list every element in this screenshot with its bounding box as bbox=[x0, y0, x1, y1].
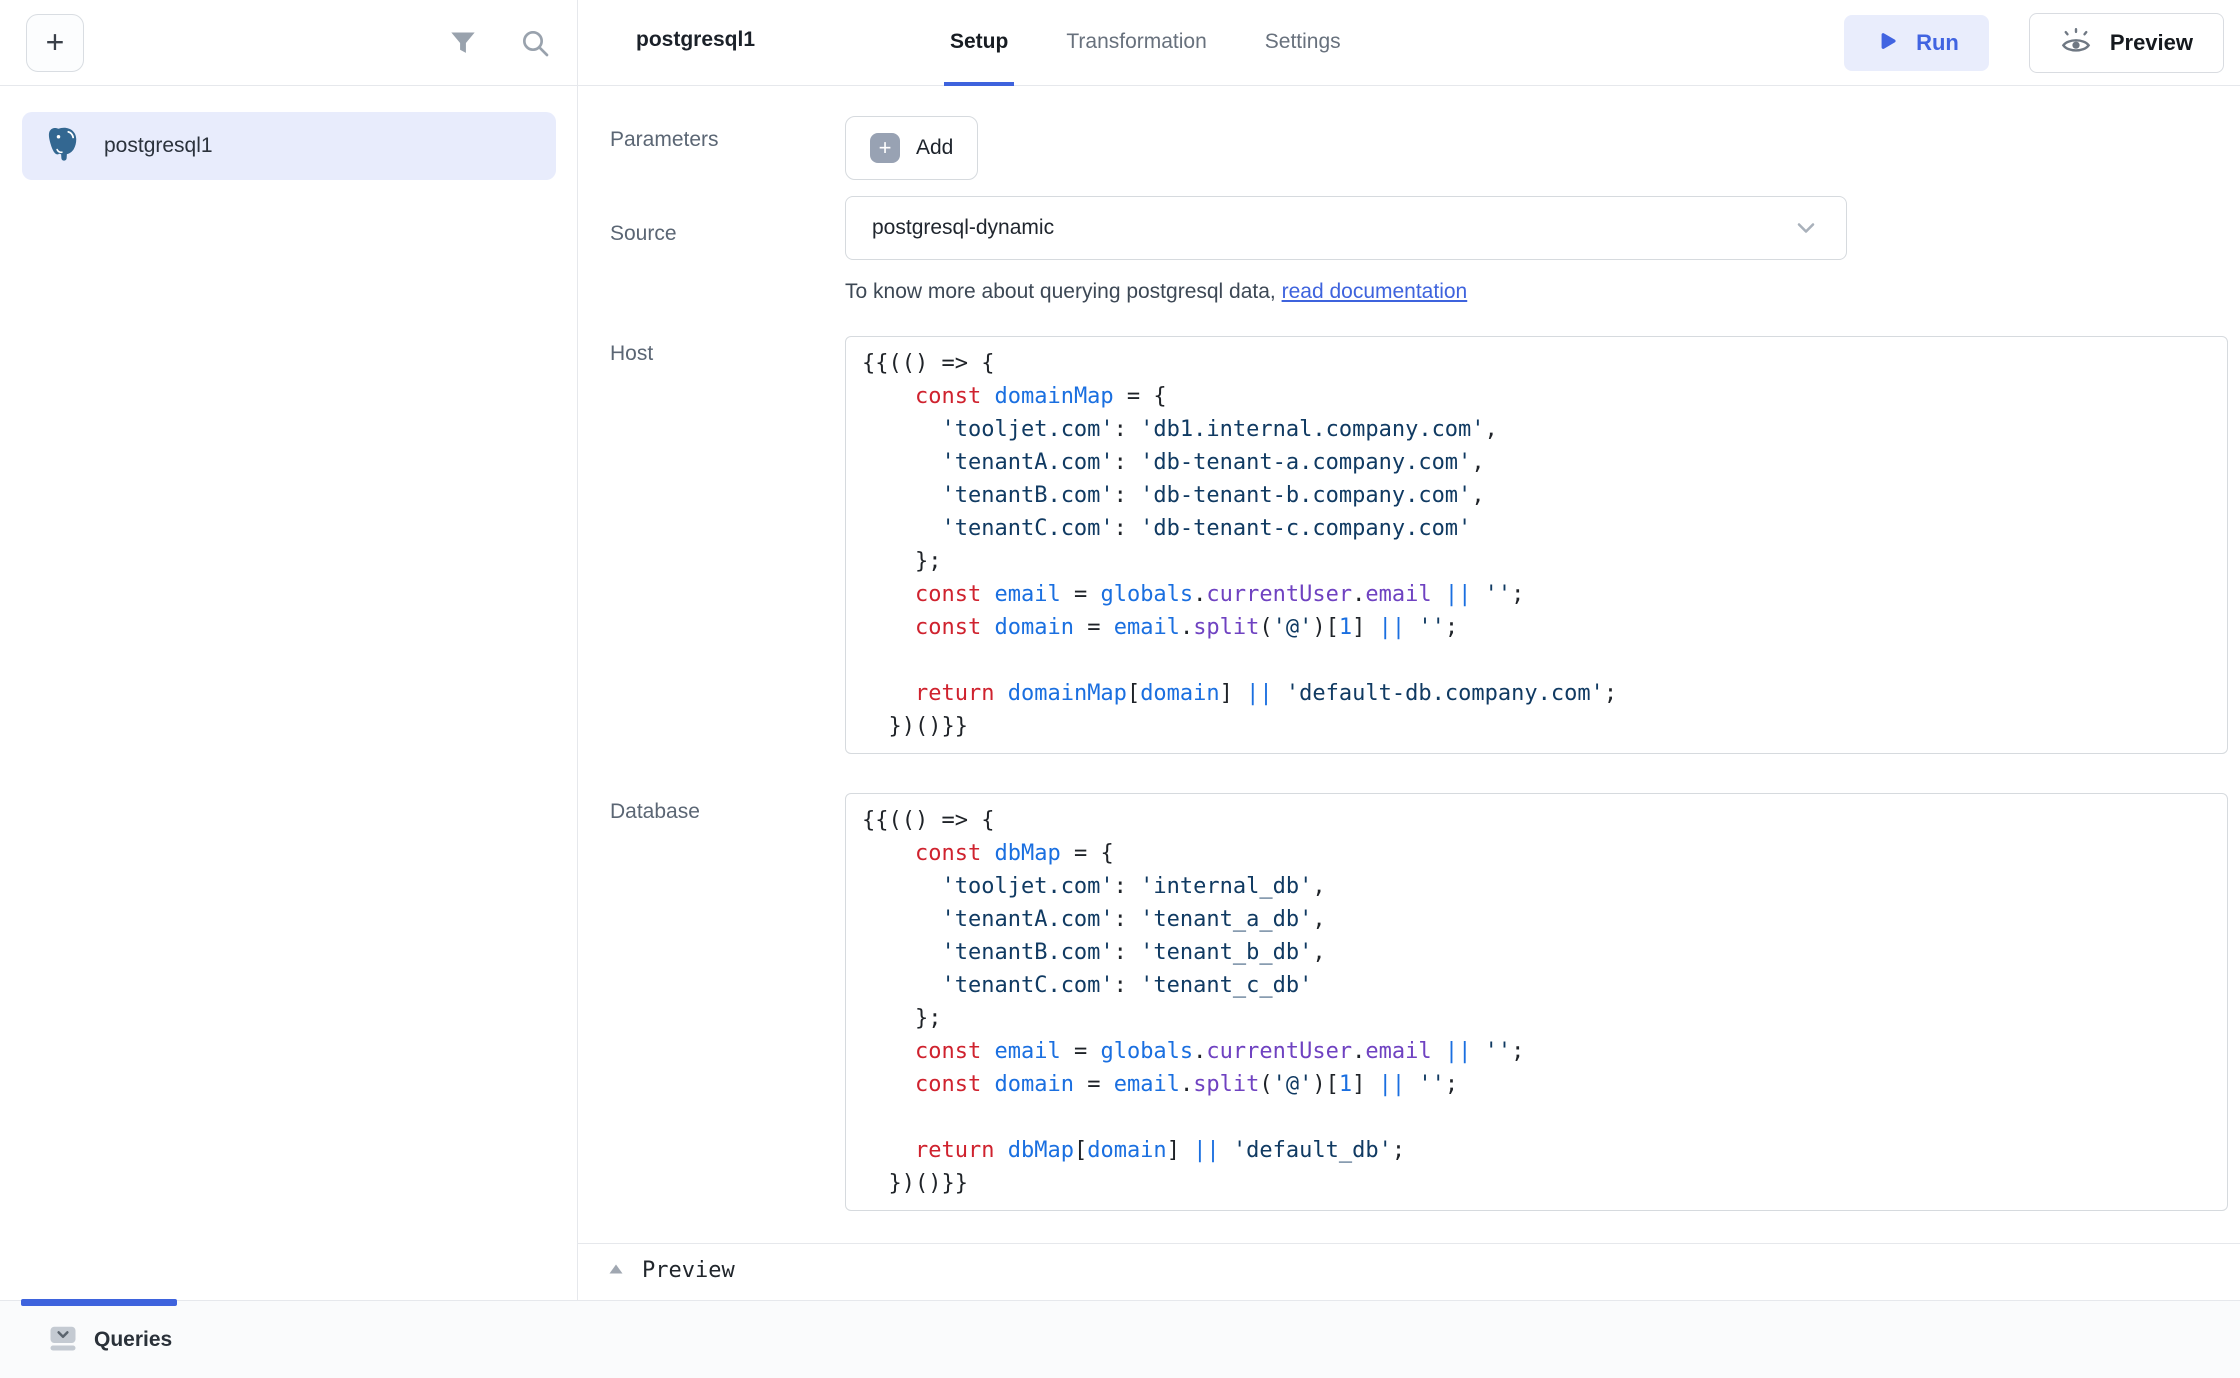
query-item-label: postgresql1 bbox=[104, 134, 213, 158]
code-line: 'tenantB.com': 'db-tenant-b.company.com'… bbox=[862, 479, 2211, 512]
read-documentation-link[interactable]: read documentation bbox=[1282, 280, 1468, 303]
code-line: const dbMap = { bbox=[862, 837, 2211, 870]
add-parameter-button[interactable]: + Add bbox=[845, 116, 978, 180]
parameters-label: Parameters bbox=[610, 128, 719, 152]
code-line: }; bbox=[862, 1002, 2211, 1035]
host-label: Host bbox=[610, 342, 653, 366]
collapse-arrow-icon bbox=[608, 1262, 624, 1280]
source-label: Source bbox=[610, 222, 677, 246]
host-code-editor[interactable]: {{(() => { const domainMap = { 'tooljet.… bbox=[845, 336, 2228, 754]
plus-icon: + bbox=[46, 24, 65, 61]
code-line: 'tenantA.com': 'db-tenant-a.company.com'… bbox=[862, 446, 2211, 479]
preview-section-toggle[interactable]: Preview bbox=[608, 1258, 735, 1283]
eye-icon bbox=[2060, 27, 2092, 60]
code-line: const domain = email.split('@')[1] || ''… bbox=[862, 611, 2211, 644]
code-line bbox=[862, 1101, 2211, 1134]
add-query-button[interactable]: + bbox=[26, 14, 84, 72]
code-line: 'tooljet.com': 'internal_db', bbox=[862, 870, 2211, 903]
query-list-item-postgresql1[interactable]: postgresql1 bbox=[22, 112, 556, 180]
queries-panel-icon bbox=[48, 1323, 78, 1358]
tab-transformation[interactable]: Transformation bbox=[1060, 0, 1212, 86]
bottom-bar: Queries bbox=[0, 1300, 2240, 1378]
code-line: }; bbox=[862, 545, 2211, 578]
code-line bbox=[862, 644, 2211, 677]
database-label: Database bbox=[610, 800, 700, 824]
code-line: })()}} bbox=[862, 1167, 2211, 1200]
app-screen: + postgresql1 bbox=[0, 0, 2240, 1378]
plus-icon: + bbox=[870, 133, 900, 163]
add-parameter-label: Add bbox=[916, 136, 953, 160]
tab-setup[interactable]: Setup bbox=[944, 0, 1014, 86]
preview-section-label: Preview bbox=[642, 1258, 735, 1283]
page-title: postgresql1 bbox=[636, 28, 755, 52]
code-line: 'tenantA.com': 'tenant_a_db', bbox=[862, 903, 2211, 936]
source-select[interactable]: postgresql-dynamic bbox=[845, 196, 1847, 260]
query-editor-header: postgresql1 SetupTransformationSettings … bbox=[578, 0, 2240, 86]
queries-panel-label: Queries bbox=[94, 1328, 172, 1352]
run-button-label: Run bbox=[1916, 30, 1959, 56]
sidebar-header: + bbox=[0, 0, 577, 86]
code-line: const domain = email.split('@')[1] || ''… bbox=[862, 1068, 2211, 1101]
database-code-editor[interactable]: {{(() => { const dbMap = { 'tooljet.com'… bbox=[845, 793, 2228, 1211]
code-line: return domainMap[domain] || 'default-db.… bbox=[862, 677, 2211, 710]
postgresql-icon bbox=[44, 124, 84, 169]
main-panel: postgresql1 SetupTransformationSettings … bbox=[578, 0, 2240, 1378]
code-line: 'tooljet.com': 'db1.internal.company.com… bbox=[862, 413, 2211, 446]
run-button[interactable]: Run bbox=[1844, 15, 1989, 71]
setup-tab-content: Parameters + Add Source postgresql-dynam… bbox=[578, 86, 2240, 1378]
query-sidebar: + postgresql1 bbox=[0, 0, 578, 1300]
chevron-down-icon bbox=[1792, 214, 1820, 242]
code-line: 'tenantB.com': 'tenant_b_db', bbox=[862, 936, 2211, 969]
code-line: 'tenantC.com': 'db-tenant-c.company.com' bbox=[862, 512, 2211, 545]
code-line: const domainMap = { bbox=[862, 380, 2211, 413]
code-line: const email = globals.currentUser.email … bbox=[862, 1035, 2211, 1068]
preview-button-label: Preview bbox=[2110, 30, 2193, 56]
code-line: {{(() => { bbox=[862, 347, 2211, 380]
tab-settings[interactable]: Settings bbox=[1259, 0, 1347, 86]
code-line: const email = globals.currentUser.email … bbox=[862, 578, 2211, 611]
code-line: 'tenantC.com': 'tenant_c_db' bbox=[862, 969, 2211, 1002]
source-help-prefix: To know more about querying postgresql d… bbox=[845, 280, 1282, 303]
code-line: })()}} bbox=[862, 710, 2211, 743]
code-line: return dbMap[domain] || 'default_db'; bbox=[862, 1134, 2211, 1167]
queries-panel-toggle[interactable]: Queries bbox=[48, 1301, 172, 1378]
preview-section-divider bbox=[578, 1243, 2240, 1244]
source-help-text: To know more about querying postgresql d… bbox=[845, 280, 1467, 304]
source-select-value: postgresql-dynamic bbox=[872, 216, 1054, 240]
code-line: {{(() => { bbox=[862, 804, 2211, 837]
editor-tabs: Setup Transformation Settings bbox=[944, 0, 1347, 86]
filter-icon[interactable] bbox=[449, 30, 477, 56]
play-icon bbox=[1874, 29, 1900, 58]
preview-button[interactable]: Preview bbox=[2029, 13, 2224, 73]
search-icon[interactable] bbox=[519, 27, 551, 59]
